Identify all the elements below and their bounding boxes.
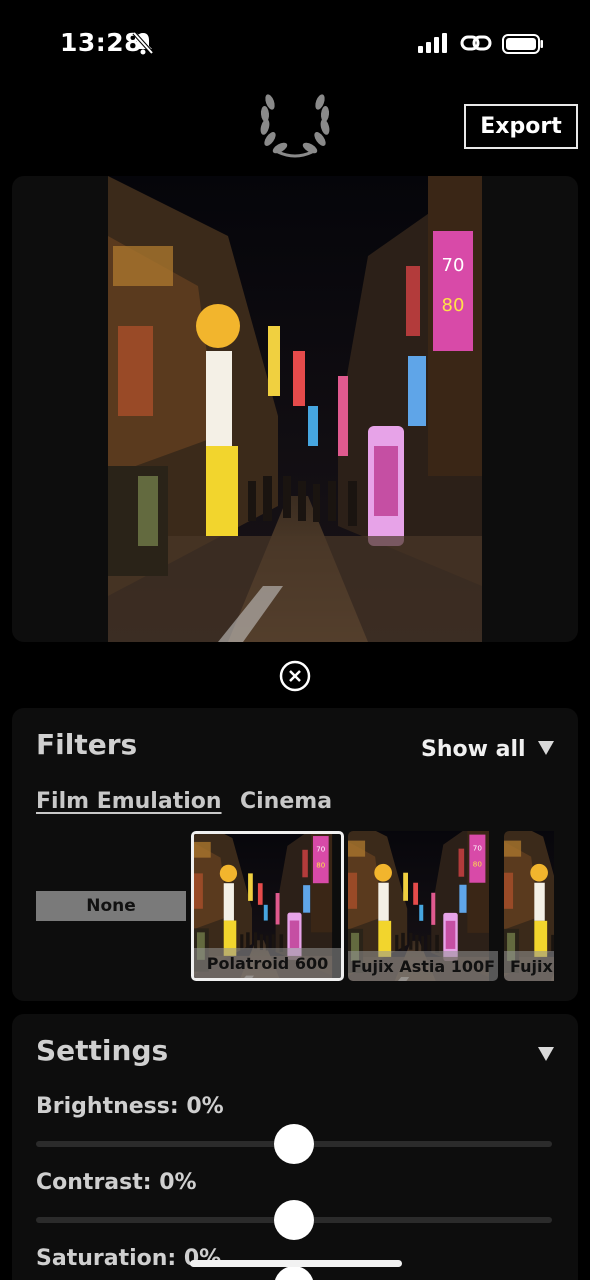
filter-polatroid-600[interactable]: Polatroid 600 bbox=[191, 831, 344, 981]
tab-film-emulation[interactable]: Film Emulation bbox=[36, 789, 222, 814]
settings-title: Settings bbox=[36, 1034, 169, 1067]
chevron-down-icon[interactable] bbox=[538, 1047, 554, 1061]
export-button[interactable]: Export bbox=[464, 104, 578, 149]
show-all-label: Show all bbox=[421, 737, 526, 762]
remove-image-button[interactable] bbox=[279, 660, 311, 692]
filter-none[interactable]: None bbox=[36, 891, 186, 921]
filter-fujix[interactable]: Fujix bbox=[504, 831, 554, 981]
home-indicator bbox=[190, 1260, 402, 1267]
status-bar: 13:28 bbox=[0, 0, 590, 90]
filters-panel: Filters Show all Film Emulation Cinema N… bbox=[12, 708, 578, 1001]
filter-label: Polatroid 600 bbox=[194, 948, 341, 978]
show-all-button[interactable]: Show all bbox=[421, 737, 526, 762]
image-preview bbox=[12, 176, 578, 642]
contrast-slider[interactable] bbox=[36, 1200, 552, 1240]
chevron-down-icon[interactable] bbox=[538, 741, 554, 755]
laurel-wreath-icon bbox=[258, 92, 332, 164]
signal-icon bbox=[418, 33, 448, 57]
battery-icon bbox=[502, 34, 544, 58]
slider-handle[interactable] bbox=[274, 1124, 314, 1164]
saturation-slider[interactable] bbox=[36, 1266, 552, 1280]
link-icon bbox=[460, 33, 492, 57]
tab-cinema[interactable]: Cinema bbox=[240, 789, 332, 814]
close-icon bbox=[279, 660, 311, 692]
brightness-slider[interactable] bbox=[36, 1124, 552, 1164]
filter-label: Fujix Astia 100F bbox=[348, 951, 498, 981]
settings-panel: Settings Brightness: 0% Contrast: 0% Sat… bbox=[12, 1014, 578, 1280]
preview-photo bbox=[108, 176, 482, 642]
brightness-label: Brightness: 0% bbox=[36, 1094, 224, 1119]
contrast-label: Contrast: 0% bbox=[36, 1170, 197, 1195]
filters-title: Filters bbox=[36, 728, 138, 761]
filter-fujix-astia-100f[interactable]: Fujix Astia 100F bbox=[348, 831, 498, 981]
slider-handle[interactable] bbox=[274, 1200, 314, 1240]
status-time: 13:28 bbox=[60, 28, 143, 57]
slider-handle[interactable] bbox=[274, 1266, 314, 1280]
filter-label: Fujix bbox=[504, 951, 554, 981]
bell-slash-icon bbox=[132, 31, 154, 59]
